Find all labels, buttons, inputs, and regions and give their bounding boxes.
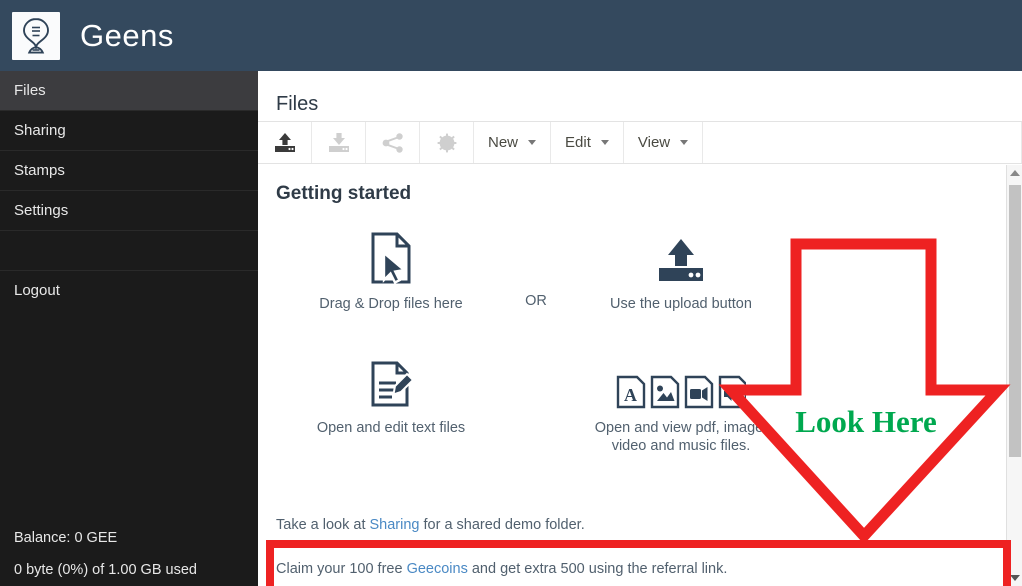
look-here-annotation-label: Look Here [795,404,937,439]
download-button[interactable] [312,122,366,163]
view-media-caption: Open and view pdf, image, video and musi… [566,419,796,455]
sidebar-footer: Balance: 0 GEE 0 byte (0%) of 1.00 GB us… [0,530,258,578]
upload-icon [659,239,703,281]
new-menu-button[interactable]: New [474,122,552,163]
edit-text-icon-wrap [276,351,506,409]
content-scrollbar[interactable] [1006,165,1022,586]
sidebar-item-settings[interactable]: Settings [0,191,258,231]
scroll-up-button[interactable] [1007,165,1022,181]
edit-menu-label: Edit [565,134,591,151]
brand-title: Geens [80,17,174,53]
app-window: Geens Files Sharing Stamps Settings Logo… [0,0,1022,586]
or-separator-label: OR [525,293,547,309]
sidebar-divider [0,231,258,271]
svg-text:A: A [624,385,637,405]
geecoins-note-prefix: Claim your 100 free [276,561,407,577]
view-media-cell: A Open and view pdf, image, video and mu… [566,351,796,455]
sharing-note-suffix: for a shared demo folder. [419,517,585,533]
sidebar-item-logout[interactable]: Logout [0,271,258,311]
geecoins-note: Claim your 100 free Geecoins and get ext… [276,561,727,577]
chevron-down-icon [600,140,609,145]
sidebar-item-stamps[interactable]: Stamps [0,151,258,191]
toolbar-spacer [703,122,1022,163]
getting-started-panel: Getting started Drag & Drop files here O… [258,165,1006,586]
file-pencil-icon [371,361,415,407]
scrollbar-thumb[interactable] [1009,185,1021,457]
app-header: Geens [0,0,1022,71]
edit-text-cell: Open and edit text files [276,351,506,437]
app-logo[interactable] [12,11,60,60]
balance-label: Balance: 0 GEE [14,530,118,546]
stamp-icon [437,133,456,152]
sidebar-item-files[interactable]: Files [0,71,258,111]
files-toolbar: New Edit View [258,121,1022,164]
upload-hint-cell: Use the upload button [566,227,796,313]
sharing-note: Take a look at Sharing for a shared demo… [276,517,585,533]
geecoins-link[interactable]: Geecoins [407,561,468,577]
geecoins-note-suffix: and get extra 500 using the referral lin… [467,561,728,577]
sidebar-item-sharing[interactable]: Sharing [0,111,258,151]
sharing-link[interactable]: Sharing [370,517,420,533]
triangle-down-icon [1010,575,1020,581]
upload-caption: Use the upload button [610,296,752,312]
upload-icon [274,132,295,152]
page-title: Files [276,93,319,115]
edit-text-caption: Open and edit text files [316,420,466,436]
file-cursor-icon [371,232,411,285]
upload-hint-icon-wrap [566,227,796,285]
scroll-down-button[interactable] [1007,570,1022,586]
new-menu-label: New [488,134,519,151]
getting-started-title: Getting started [276,183,412,204]
share-button[interactable] [366,122,420,163]
view-media-caption-line2: video and music files. [611,438,751,454]
media-file-icons: A [616,375,746,409]
main-content: Files New Edit View Getting started Drag… [258,71,1022,586]
view-menu-label: View [637,134,671,151]
drag-drop-icon-wrap [276,227,506,285]
drag-drop-caption: Drag & Drop files here [319,296,463,312]
drag-drop-cell: Drag & Drop files here [276,227,506,313]
chevron-down-icon [680,140,689,145]
view-media-icon-wrap: A [566,351,796,409]
share-icon [382,132,403,153]
upload-button[interactable] [258,122,312,163]
chevron-down-icon [528,140,537,145]
triangle-up-icon [1010,170,1020,176]
stamp-button[interactable] [420,122,474,163]
hourglass-pin-logo-icon [23,17,49,54]
view-media-caption-line1: Open and view pdf, image, [594,420,768,436]
download-icon [328,132,349,152]
edit-menu-button[interactable]: Edit [551,122,624,163]
getting-started-row-1: Drag & Drop files here OR Use the upload… [276,227,1006,313]
storage-usage-label: 0 byte (0%) of 1.00 GB used [14,562,197,578]
sidebar: Files Sharing Stamps Settings Logout Bal… [0,71,258,586]
sharing-note-prefix: Take a look at [276,517,370,533]
row2-spacer [506,351,566,417]
view-menu-button[interactable]: View [624,122,704,163]
